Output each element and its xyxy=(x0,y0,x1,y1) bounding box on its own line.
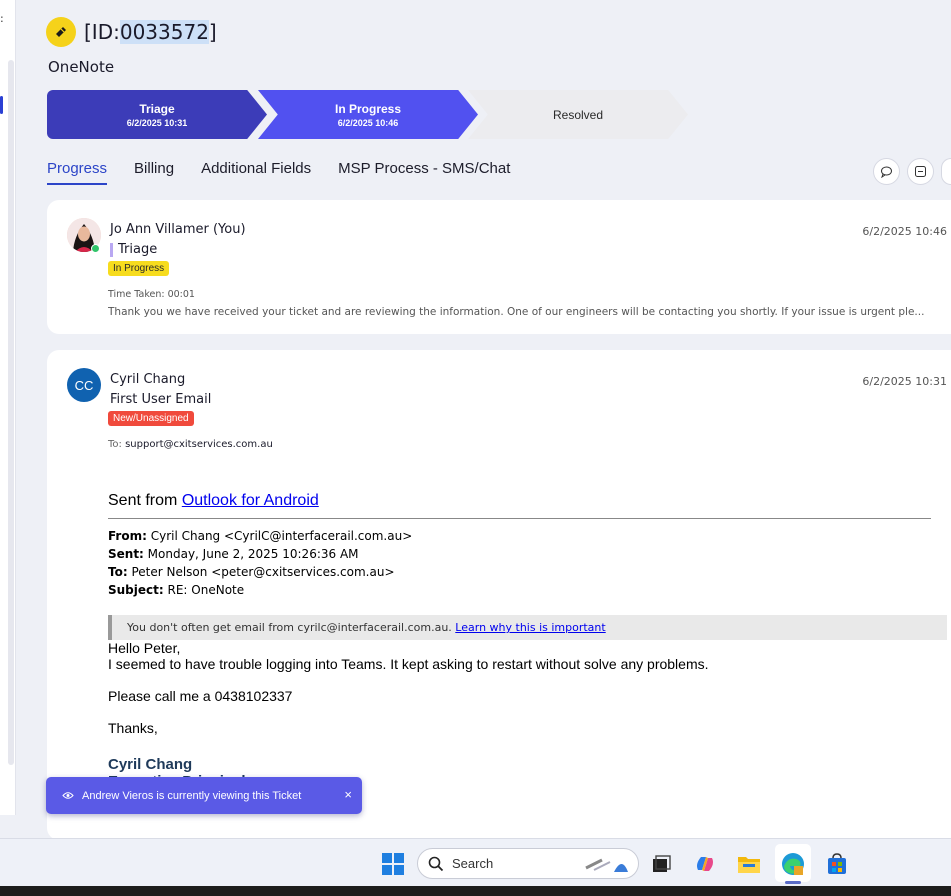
email-divider xyxy=(108,518,931,519)
time-taken: Time Taken: 00:01 xyxy=(108,289,195,300)
external-sender-warning: You don't often get email from cyrilc@in… xyxy=(108,615,947,640)
stage-resolved[interactable]: Resolved xyxy=(468,90,688,139)
status-badge: New/Unassigned xyxy=(108,411,194,426)
comment-button[interactable] xyxy=(873,158,900,185)
avatar: CC xyxy=(67,368,101,402)
stage-triage[interactable]: Triage 6/2/2025 10:31 xyxy=(47,90,267,139)
ticket-tabs: Progress Billing Additional Fields MSP P… xyxy=(47,158,537,185)
search-icon xyxy=(428,856,444,871)
collapse-icon xyxy=(915,166,926,177)
entry-author: Cyril Chang xyxy=(110,372,186,387)
comment-icon xyxy=(881,166,892,178)
stage-name: In Progress xyxy=(334,101,402,116)
tab-additional-fields[interactable]: Additional Fields xyxy=(201,158,311,185)
email-line: Please call me a 0438102337 xyxy=(108,688,293,704)
email-header-from: From: Cyril Chang <CyrilC@interfacerail.… xyxy=(108,529,413,543)
outlook-link[interactable]: Outlook for Android xyxy=(182,492,319,509)
collapse-button[interactable] xyxy=(907,158,934,185)
search-label: Search xyxy=(452,856,494,871)
stage-date: 6/2/2025 10:46 xyxy=(337,117,399,128)
more-button[interactable] xyxy=(941,158,951,185)
ticket-title: OneNote xyxy=(48,58,115,76)
task-view-icon[interactable] xyxy=(648,851,674,877)
windows-start-icon[interactable] xyxy=(380,851,406,877)
viewer-toast: Andrew Vieros is currently viewing this … xyxy=(46,777,362,814)
stage-name: Resolved xyxy=(552,107,604,122)
entry-stage: Triage xyxy=(110,242,157,257)
email-header-to: To: Peter Nelson <peter@cxitservices.com… xyxy=(108,565,395,579)
close-icon[interactable]: × xyxy=(344,787,352,802)
bottom-strip xyxy=(0,886,951,896)
activity-entry: Jo Ann Villamer (You) 6/2/2025 10:46 Tri… xyxy=(47,200,951,334)
signature-name: Cyril Chang xyxy=(108,756,193,773)
taskbar: Search xyxy=(0,838,951,886)
entry-snippet: Thank you we have received your ticket a… xyxy=(108,306,925,318)
entry-recipient: To: support@cxitservices.com.au xyxy=(108,439,273,450)
online-status-icon xyxy=(91,244,100,253)
email-header-subject: Subject: RE: OneNote xyxy=(108,583,245,597)
email-header-sent: Sent: Monday, June 2, 2025 10:26:36 AM xyxy=(108,547,359,561)
copilot-icon[interactable] xyxy=(692,851,718,877)
email-body: Sent from Outlook for Android From: Cyri… xyxy=(108,492,948,790)
entry-author: Jo Ann Villamer (You) xyxy=(110,222,246,237)
ticket-id-number: 0033572 xyxy=(119,20,209,44)
email-line: I seemed to have trouble logging into Te… xyxy=(108,656,709,672)
sidebar-mark: : xyxy=(0,12,4,25)
tab-progress[interactable]: Progress xyxy=(47,158,108,185)
status-badge: In Progress xyxy=(108,261,170,276)
store-icon[interactable] xyxy=(824,851,850,877)
learn-why-link[interactable]: Learn why this is important xyxy=(455,621,605,634)
eye-icon xyxy=(62,789,74,803)
edge-icon[interactable] xyxy=(780,851,806,877)
left-sidebar: : xyxy=(0,0,16,815)
sidebar-active-indicator xyxy=(0,96,3,114)
activity-entry: CC Cyril Chang 6/2/2025 10:31 First User… xyxy=(47,350,951,840)
toast-text: Andrew Vieros is currently viewing this … xyxy=(82,789,302,802)
email-thanks: Thanks, xyxy=(108,720,158,736)
tab-msp-process[interactable]: MSP Process - SMS/Chat xyxy=(338,158,510,185)
edge-active-indicator xyxy=(785,881,801,884)
email-greeting: Hello Peter, xyxy=(108,640,181,656)
ticket-icon xyxy=(46,17,76,47)
stage-name: Triage xyxy=(139,101,175,116)
file-explorer-icon[interactable] xyxy=(736,851,762,877)
stage-in-progress[interactable]: In Progress 6/2/2025 10:46 xyxy=(258,90,478,139)
taskbar-search[interactable]: Search xyxy=(417,848,639,879)
search-highlight-icon xyxy=(585,858,628,872)
entry-timestamp: 6/2/2025 10:46 xyxy=(862,225,947,238)
entry-subject: First User Email xyxy=(110,392,212,407)
tab-billing[interactable]: Billing xyxy=(134,158,174,185)
stage-date: 6/2/2025 10:31 xyxy=(126,117,188,128)
sidebar-scrollbar[interactable] xyxy=(8,60,14,765)
ticket-id: [ID:0033572] xyxy=(84,20,217,44)
sent-from: Sent from Outlook for Android xyxy=(108,492,319,509)
entry-timestamp: 6/2/2025 10:31 xyxy=(862,375,947,388)
